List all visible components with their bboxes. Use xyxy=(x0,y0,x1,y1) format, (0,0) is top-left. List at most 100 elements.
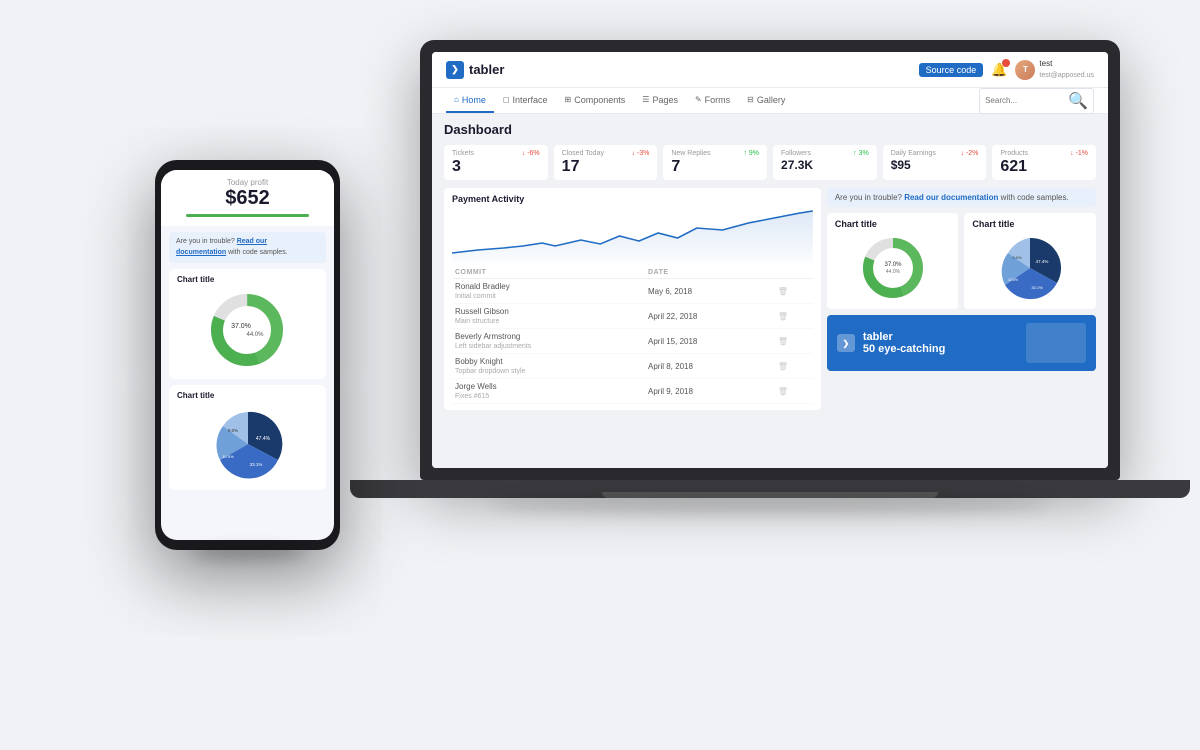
tab-interface[interactable]: ◻ Interface xyxy=(495,88,556,113)
phone-shadow xyxy=(192,545,303,560)
stat-change: ↓ -2% xyxy=(960,150,978,157)
stat-change: ↓ -6% xyxy=(522,150,540,157)
commit-author: Russell GibsonMain structure xyxy=(452,304,645,329)
commit-action[interactable]: 🗑 xyxy=(775,379,813,404)
user-name: test xyxy=(1039,59,1094,69)
stat-followers: Followers ↑ 3% 27.3K xyxy=(773,145,877,180)
svg-text:9.0%: 9.0% xyxy=(1013,255,1023,260)
phone-alert-link[interactable]: Read our documentation xyxy=(176,238,267,256)
commit-author: Jorge WellsFixes #615 xyxy=(452,379,645,404)
promo-brand-icon: ❯ xyxy=(837,334,855,352)
pages-icon: ☰ xyxy=(642,95,649,104)
stat-change: ↑ 9% xyxy=(743,150,759,157)
commit-author: Bobby KnightTopbar dropdown style xyxy=(452,354,645,379)
stat-label: Closed Today xyxy=(562,150,604,157)
stat-change: ↓ -1% xyxy=(1070,150,1088,157)
search-input[interactable] xyxy=(985,96,1065,105)
svg-text:10.5%: 10.5% xyxy=(222,454,234,459)
alert-link[interactable]: Read our documentation xyxy=(904,193,998,202)
donut-chart-1: 37.0% 44.0% xyxy=(835,233,951,303)
tab-forms[interactable]: ✎ Forms xyxy=(687,88,738,113)
notification-icon[interactable]: 🔔 xyxy=(991,62,1007,78)
tab-home-label: Home xyxy=(462,95,486,105)
notification-badge xyxy=(1002,59,1010,67)
svg-text:37.0%: 37.0% xyxy=(884,262,902,268)
phone-pie-wrap: 47.4% 33.1% 10.5% 9.0% xyxy=(177,404,318,484)
stat-label: Tickets xyxy=(452,150,474,157)
svg-text:47.4%: 47.4% xyxy=(1036,259,1049,264)
commit-action[interactable]: 🗑 xyxy=(775,329,813,354)
user-text: test test@apposed.us xyxy=(1039,59,1094,80)
home-icon: ⌂ xyxy=(454,95,459,104)
source-code-button[interactable]: Source code xyxy=(919,63,984,77)
user-email: test@apposed.us xyxy=(1039,72,1094,79)
stat-change: ↑ 3% xyxy=(853,150,869,157)
commit-date: April 22, 2018 xyxy=(645,304,775,329)
table-row: Russell GibsonMain structure April 22, 2… xyxy=(452,304,813,329)
dashboard: Dashboard Tickets ↓ -6% 3 Closed Today ↓ xyxy=(432,114,1108,468)
stat-header: Followers ↑ 3% xyxy=(781,150,869,157)
forms-icon: ✎ xyxy=(695,95,702,104)
stat-header: Tickets ↓ -6% xyxy=(452,150,540,157)
chart-title-2: Chart title xyxy=(972,219,1088,229)
tab-pages[interactable]: ☰ Pages xyxy=(634,88,686,113)
svg-text:37.0%: 37.0% xyxy=(231,323,251,330)
commit-action[interactable]: 🗑 xyxy=(775,354,813,379)
col-action xyxy=(775,267,813,279)
stat-products: Products ↓ -1% 621 xyxy=(992,145,1096,180)
phone-donut-wrap: 37.0% 44.0% xyxy=(177,288,318,373)
stat-replies: New Replies ↑ 9% 7 xyxy=(663,145,767,180)
laptop-body: ❯ tabler Source code 🔔 T test test@appos… xyxy=(420,40,1120,480)
tab-interface-label: Interface xyxy=(513,95,548,105)
commit-author: Ronald BradleyInitial commit xyxy=(452,279,645,304)
phone-chart-title-2: Chart title xyxy=(177,391,318,400)
commit-action[interactable]: 🗑 xyxy=(775,279,813,304)
chart-card-2: Chart title xyxy=(964,213,1096,309)
tab-components-label: Components xyxy=(574,95,625,105)
svg-text:10.5%: 10.5% xyxy=(1008,278,1018,282)
laptop-shadow xyxy=(490,494,1050,514)
page-title: Dashboard xyxy=(444,122,1096,137)
svg-text:33.1%: 33.1% xyxy=(249,462,262,467)
phone-screen: Today profit $652 Are you in trouble? Re… xyxy=(161,170,334,540)
phone-device: Today profit $652 Are you in trouble? Re… xyxy=(155,160,340,550)
components-icon: ⊞ xyxy=(565,95,572,104)
stat-label: Daily Earnings xyxy=(891,150,936,157)
right-panel: Are you in trouble? Read our documentati… xyxy=(827,188,1096,410)
stat-value: 3 xyxy=(452,159,540,175)
chart-title-1: Chart title xyxy=(835,219,951,229)
phone-progress-bar xyxy=(186,214,308,217)
phone-alert: Are you in trouble? Read our documentati… xyxy=(169,232,326,263)
promo-image xyxy=(1026,323,1086,363)
phone-header: Today profit $652 xyxy=(161,170,334,226)
stat-label: New Replies xyxy=(671,150,710,157)
tab-pages-label: Pages xyxy=(652,95,678,105)
gallery-icon: ⊟ xyxy=(747,95,754,104)
stat-value: 17 xyxy=(562,159,650,175)
right-alert: Are you in trouble? Read our documentati… xyxy=(827,188,1096,207)
commit-date: April 9, 2018 xyxy=(645,379,775,404)
svg-text:9.0%: 9.0% xyxy=(227,428,237,433)
mini-chart xyxy=(452,208,813,263)
phone-today-label: Today profit xyxy=(171,178,324,187)
navbar-right: Source code 🔔 T test test@apposed.us xyxy=(919,59,1094,80)
navbar: ❯ tabler Source code 🔔 T test test@appos… xyxy=(432,52,1108,88)
commit-table: COMMIT DATE Ronald BradleyInitial commit… xyxy=(452,267,813,404)
chart-card-1: Chart title 37.0% 4 xyxy=(827,213,959,309)
brand-name: tabler xyxy=(469,62,504,77)
tab-home[interactable]: ⌂ Home xyxy=(446,88,494,113)
commit-action[interactable]: 🗑 xyxy=(775,304,813,329)
phone-chart-2: Chart title 47.4% 33.1% 10.5% 9.0% xyxy=(169,385,326,490)
svg-text:44.0%: 44.0% xyxy=(246,332,264,338)
col-commit: COMMIT xyxy=(452,267,645,279)
pie-chart-2: 47.4% 33.1% 10.5% 9.0% xyxy=(972,233,1088,303)
search-box[interactable]: 🔍 xyxy=(979,88,1094,114)
tab-components[interactable]: ⊞ Components xyxy=(557,88,634,113)
stat-tickets: Tickets ↓ -6% 3 xyxy=(444,145,548,180)
avatar: T xyxy=(1015,60,1035,80)
commit-author: Beverly ArmstrongLeft sidebar adjustment… xyxy=(452,329,645,354)
table-row: Bobby KnightTopbar dropdown style April … xyxy=(452,354,813,379)
tab-gallery[interactable]: ⊟ Gallery xyxy=(739,88,793,113)
nav-tabs: ⌂ Home ◻ Interface ⊞ Components ☰ Pages xyxy=(432,88,1108,114)
laptop-screen: ❯ tabler Source code 🔔 T test test@appos… xyxy=(432,52,1108,468)
